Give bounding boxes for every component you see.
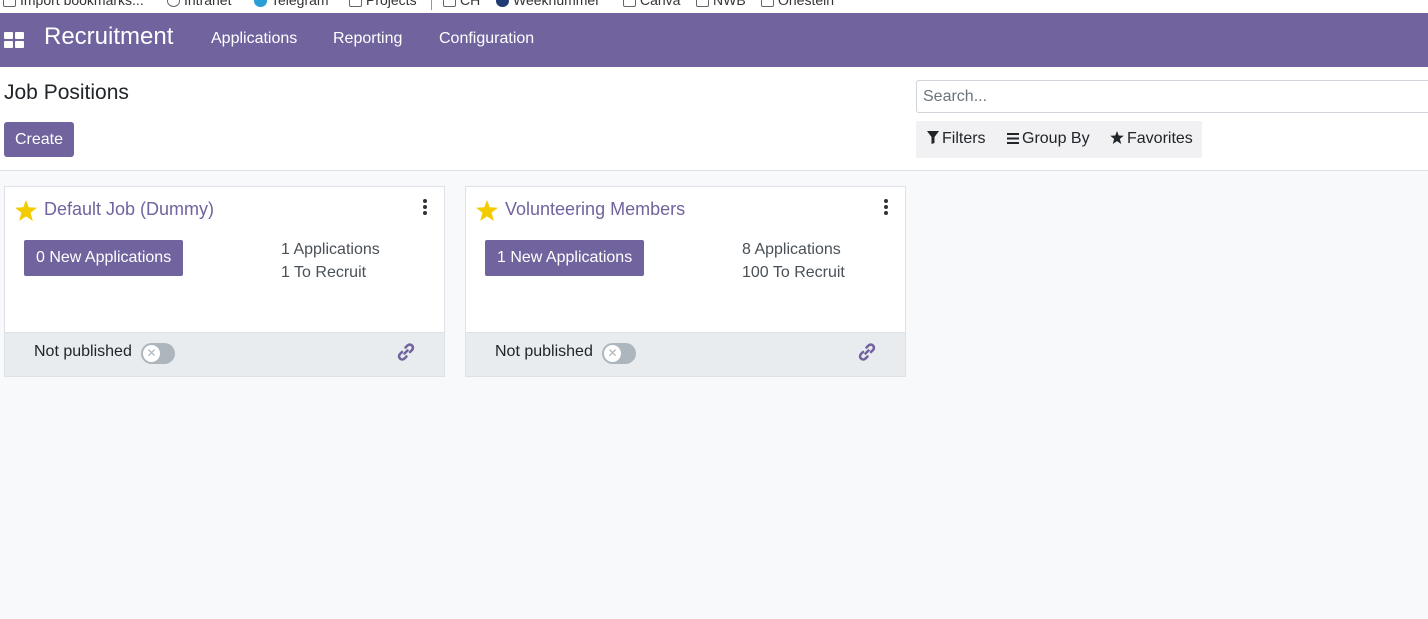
bookmark-item[interactable]: NWB [696, 0, 746, 8]
kebab-menu-icon[interactable] [883, 199, 889, 215]
folder-icon [696, 0, 709, 8]
favorites-button[interactable]: Favorites [1110, 130, 1193, 148]
job-title[interactable]: Volunteering Members [505, 199, 685, 220]
applications-link[interactable]: 8 Applications [742, 241, 841, 259]
group-by-button[interactable]: Group By [1007, 130, 1090, 148]
telegram-icon [254, 0, 267, 8]
folder-icon [623, 0, 636, 8]
to-recruit-label: 1 To Recruit [281, 264, 367, 281]
search-options: Filters Group By Favorites [916, 121, 1202, 158]
bookmark-item[interactable]: CH [443, 0, 480, 8]
top-navbar: Recruitment Applications Reporting Confi… [0, 13, 1428, 67]
kebab-menu-icon[interactable] [422, 199, 428, 215]
favorite-star-icon[interactable] [15, 200, 37, 221]
nav-configuration[interactable]: Configuration [439, 30, 534, 48]
bookmark-item[interactable]: Ohestein [761, 0, 834, 8]
search-input[interactable] [916, 80, 1428, 113]
control-panel: Job Positions Create Filters Group By Fa… [0, 67, 1428, 171]
new-applications-button[interactable]: 0 New Applications [24, 240, 184, 276]
to-recruit-label: 100 To Recruit [742, 264, 845, 281]
page-title: Job Positions [4, 81, 129, 104]
bookmarks-bar: Import bookmarks... Intranet Telegram Pr… [0, 0, 1428, 14]
globe-icon [496, 0, 509, 8]
nav-applications[interactable]: Applications [211, 30, 297, 48]
link-icon[interactable] [396, 343, 416, 361]
close-icon: ✕ [143, 345, 160, 362]
filters-button[interactable]: Filters [927, 130, 986, 148]
card-footer: Not published ✕ [466, 332, 905, 376]
nav-reporting[interactable]: Reporting [333, 30, 402, 48]
applications-link[interactable]: 1 Applications [281, 241, 380, 259]
bookmark-separator [431, 0, 432, 10]
bookmark-item[interactable]: Canva [623, 0, 680, 8]
bookmark-item[interactable]: Intranet [167, 0, 231, 8]
bookmark-item[interactable]: Telegram [254, 0, 329, 8]
apps-menu-icon[interactable] [4, 32, 25, 49]
link-icon[interactable] [857, 343, 877, 361]
job-title[interactable]: Default Job (Dummy) [44, 199, 214, 220]
globe-icon [167, 0, 180, 8]
job-card[interactable]: Volunteering Members 1 New Applications … [465, 186, 906, 377]
folder-icon [761, 0, 774, 8]
create-button[interactable]: Create [4, 122, 74, 157]
publish-toggle[interactable]: ✕ [141, 343, 175, 364]
bookmark-item[interactable]: Projects [349, 0, 417, 8]
favorite-star-icon[interactable] [476, 200, 498, 221]
folder-icon [443, 0, 456, 8]
star-icon [1110, 131, 1124, 144]
filter-icon [927, 131, 939, 144]
list-icon [1007, 133, 1019, 144]
folder-icon [349, 0, 362, 8]
app-brand[interactable]: Recruitment [44, 23, 173, 51]
publish-toggle[interactable]: ✕ [602, 343, 636, 364]
close-icon: ✕ [604, 345, 621, 362]
publish-status-label: Not published [495, 343, 593, 360]
folder-icon [3, 0, 16, 8]
bookmark-item[interactable]: Weekhummer [496, 0, 600, 8]
job-card[interactable]: Default Job (Dummy) 0 New Applications 1… [4, 186, 445, 377]
card-footer: Not published ✕ [5, 332, 444, 376]
publish-status-label: Not published [34, 343, 132, 360]
bookmark-item[interactable]: Import bookmarks... [3, 0, 144, 8]
new-applications-button[interactable]: 1 New Applications [485, 240, 645, 276]
